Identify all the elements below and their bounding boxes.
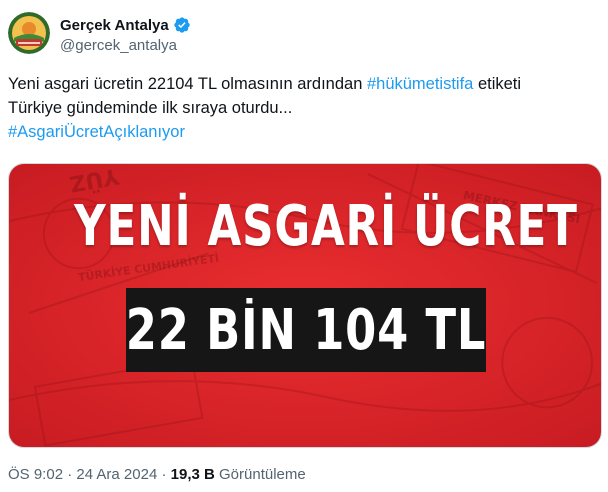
avatar[interactable] [8, 12, 50, 54]
views-label: Görüntüleme [214, 466, 306, 483]
avatar-logo-icon [8, 12, 50, 54]
tweet-text-segment: etiketi [473, 75, 522, 93]
media-amount: 22 BİN 104 TL [125, 297, 487, 363]
tweet-time[interactable]: ÖS 9:02 [8, 466, 63, 483]
tweet-text-line-2: Türkiye gündeminde ilk sıraya oturdu... [8, 99, 293, 117]
tweet-header: Gerçek Antalya @gercek_antalya [8, 12, 191, 60]
tweet-text-line-1: Yeni asgari ücretin 22104 TL olmasının a… [8, 72, 600, 96]
meta-separator: · [63, 466, 77, 483]
meta-separator: · [157, 466, 171, 483]
media-headline: YENİ ASGARİ ÜCRET [74, 194, 578, 259]
media-amount-box: 22 BİN 104 TL [126, 288, 486, 372]
verified-badge-icon[interactable] [173, 16, 191, 34]
tweet-media-image[interactable]: MERKEZ BANKASI TÜRKİYE CUMHURİYETİ YÜZ Y… [8, 163, 602, 448]
tweet-text: Yeni asgari ücretin 22104 TL olmasının a… [8, 72, 600, 144]
author-names: Gerçek Antalya @gercek_antalya [60, 15, 191, 54]
tweet-card[interactable]: Gerçek Antalya @gercek_antalya Yeni asga… [0, 0, 608, 492]
views-count[interactable]: 19,3 B [171, 466, 215, 483]
author-display-name[interactable]: Gerçek Antalya [60, 17, 169, 34]
tweet-meta: ÖS 9:02 · 24 Ara 2024 · 19,3 B Görüntüle… [8, 466, 306, 483]
tweet-date[interactable]: 24 Ara 2024 [76, 466, 157, 483]
hashtag-link-asgariucret[interactable]: #AsgariÜcretAçıklanıyor [8, 120, 600, 144]
hashtag-link-hukumetistifa[interactable]: #hükümetistifa [367, 75, 473, 93]
author-handle[interactable]: @gercek_antalya [60, 37, 191, 54]
tweet-text-segment: Yeni asgari ücretin 22104 TL olmasının a… [8, 75, 367, 93]
